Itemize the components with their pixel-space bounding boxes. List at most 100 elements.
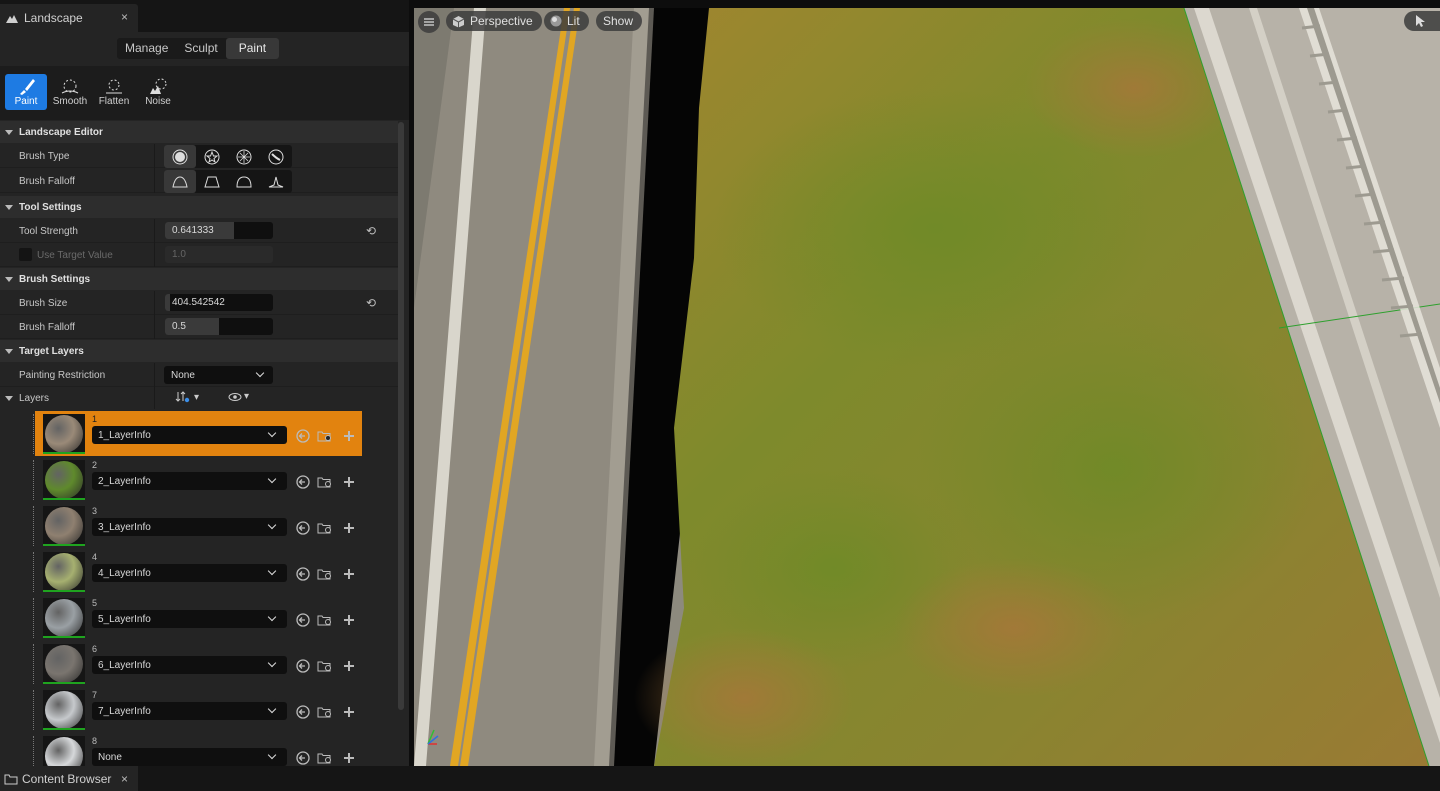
mode-manage-button[interactable]: Manage <box>117 38 176 59</box>
layer-info-dropdown[interactable]: 3_LayerInfo <box>92 518 287 536</box>
layer-info-dropdown[interactable]: 5_LayerInfo <box>92 610 287 628</box>
layer-info-dropdown[interactable]: 1_LayerInfo <box>92 426 287 444</box>
layer-visibility-button[interactable]: ▾ <box>228 391 249 402</box>
use-selected-button[interactable] <box>295 658 311 674</box>
layer-row[interactable]: 7 7_LayerInfo <box>33 687 362 732</box>
browse-asset-button[interactable] <box>317 566 333 582</box>
use-selected-icon <box>296 429 310 443</box>
falloff-smooth-icon <box>172 175 188 187</box>
use-target-value-checkbox[interactable] <box>19 248 32 261</box>
landscape-scene <box>414 8 1440 766</box>
add-layer-button[interactable] <box>341 474 357 490</box>
browse-asset-button[interactable] <box>317 520 333 536</box>
tool-strength-field[interactable]: 0.641333 <box>165 222 273 239</box>
add-layer-button[interactable] <box>341 428 357 444</box>
add-layer-button[interactable] <box>341 704 357 720</box>
browse-asset-button[interactable] <box>317 704 333 720</box>
reset-icon[interactable]: ⟲ <box>366 224 376 238</box>
layer-index: 4 <box>92 552 98 562</box>
mode-paint-button[interactable]: Paint <box>225 38 280 59</box>
use-selected-button[interactable] <box>295 566 311 582</box>
tree-connector <box>33 644 34 684</box>
level-viewport[interactable]: Perspective Lit Show <box>414 8 1440 766</box>
use-selected-button[interactable] <box>295 474 311 490</box>
browse-asset-button[interactable] <box>317 474 333 490</box>
perspective-button[interactable]: Perspective <box>446 11 542 31</box>
layer-weight-bar <box>43 636 85 638</box>
pattern-brush-icon <box>236 149 252 164</box>
add-layer-button[interactable] <box>341 520 357 536</box>
layer-info-dropdown[interactable]: 7_LayerInfo <box>92 702 287 720</box>
section-target-layers[interactable]: Target Layers <box>0 340 398 362</box>
layer-row[interactable]: 6 6_LayerInfo <box>33 641 362 686</box>
layer-row[interactable]: 1 1_LayerInfo <box>33 411 362 456</box>
add-layer-button[interactable] <box>341 658 357 674</box>
browse-asset-button[interactable] <box>317 428 333 444</box>
select-mode-button[interactable] <box>1404 11 1440 31</box>
use-selected-button[interactable] <box>295 612 311 628</box>
brush-type-alpha-button[interactable] <box>196 145 228 168</box>
layer-weight-bar <box>43 682 85 684</box>
section-tool-settings[interactable]: Tool Settings <box>0 196 398 218</box>
section-brush-settings[interactable]: Brush Settings <box>0 268 398 290</box>
material-ball <box>45 507 83 545</box>
layer-row[interactable]: 3 3_LayerInfo <box>33 503 362 548</box>
tool-paint-button[interactable]: Paint <box>5 74 47 110</box>
falloff-smooth-button[interactable] <box>164 170 196 193</box>
layer-info-dropdown[interactable]: None <box>92 748 287 766</box>
chevron-down-icon <box>5 396 13 401</box>
painting-restriction-dropdown[interactable]: None <box>164 366 273 384</box>
close-icon[interactable]: × <box>121 10 128 24</box>
layer-row[interactable]: 5 5_LayerInfo <box>33 595 362 640</box>
column-divider <box>154 144 155 193</box>
close-icon[interactable]: × <box>121 772 128 786</box>
section-landscape-editor[interactable]: Landscape Editor <box>0 121 398 143</box>
chevron-down-icon <box>267 658 277 668</box>
browse-asset-button[interactable] <box>317 750 333 766</box>
use-selected-button[interactable] <box>295 704 311 720</box>
brush-type-pattern-button[interactable] <box>228 145 260 168</box>
layer-row[interactable]: 2 2_LayerInfo <box>33 457 362 502</box>
tool-smooth-button[interactable]: Smooth <box>49 74 91 110</box>
row-label: Tool Strength <box>19 226 78 237</box>
layer-info-dropdown[interactable]: 4_LayerInfo <box>92 564 287 582</box>
reset-icon[interactable]: ⟲ <box>366 296 376 310</box>
panel-scrollbar[interactable] <box>398 122 404 710</box>
brush-type-component-button[interactable] <box>260 145 292 168</box>
add-layer-button[interactable] <box>341 612 357 628</box>
browse-asset-button[interactable] <box>317 612 333 628</box>
lit-button[interactable]: Lit <box>544 11 589 31</box>
add-layer-button[interactable] <box>341 750 357 766</box>
layer-info-dropdown[interactable]: 2_LayerInfo <box>92 472 287 490</box>
viewport-menu-button[interactable] <box>418 11 440 33</box>
tab-content-browser[interactable]: Content Browser × <box>0 766 138 791</box>
brush-falloff-field[interactable]: 0.5 <box>165 318 273 335</box>
use-selected-button[interactable] <box>295 428 311 444</box>
section-title: Landscape Editor <box>19 126 103 138</box>
layer-info-value: 2_LayerInfo <box>98 476 151 487</box>
tab-landscape[interactable]: Landscape × <box>0 4 138 32</box>
show-button[interactable]: Show <box>596 11 643 31</box>
tool-noise-button[interactable]: Noise <box>137 74 179 110</box>
bottom-tabbar: Content Browser × <box>0 766 1440 791</box>
falloff-spherical-button[interactable] <box>228 170 260 193</box>
row-brush-type: Brush Type <box>0 144 398 168</box>
tree-connector <box>33 460 34 500</box>
use-selected-button[interactable] <box>295 750 311 766</box>
layer-sort-button[interactable]: ▾ <box>175 391 199 403</box>
slider-fill <box>165 294 171 311</box>
brush-size-field[interactable]: 404.542542 <box>165 294 273 311</box>
add-layer-button[interactable] <box>341 566 357 582</box>
layer-info-dropdown[interactable]: 6_LayerInfo <box>92 656 287 674</box>
mode-sculpt-button[interactable]: Sculpt <box>176 38 225 59</box>
falloff-tip-button[interactable] <box>260 170 292 193</box>
tool-flatten-button[interactable]: Flatten <box>93 74 135 110</box>
falloff-linear-button[interactable] <box>196 170 228 193</box>
layer-row[interactable]: 8 None <box>33 733 362 766</box>
brush-type-circle-button[interactable] <box>164 145 196 168</box>
browse-asset-button[interactable] <box>317 658 333 674</box>
layer-info-value: 4_LayerInfo <box>98 568 151 579</box>
layer-row[interactable]: 4 4_LayerInfo <box>33 549 362 594</box>
row-brush-falloff: Brush Falloff 0.5 <box>0 315 398 339</box>
use-selected-button[interactable] <box>295 520 311 536</box>
